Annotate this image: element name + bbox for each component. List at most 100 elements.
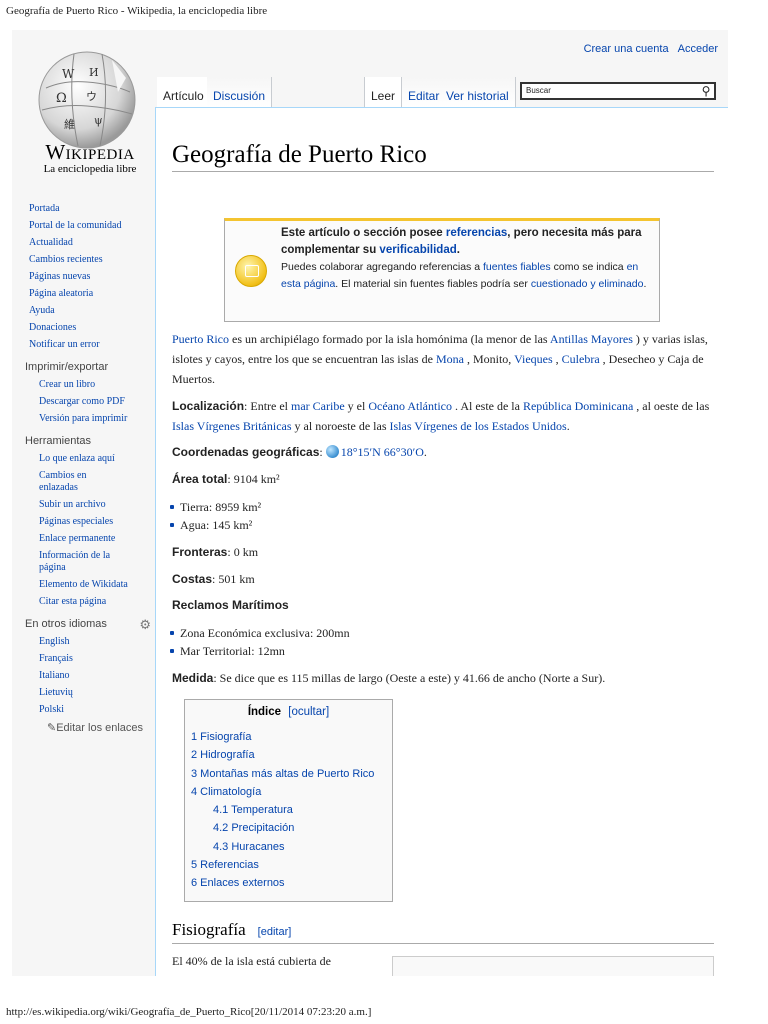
sidebar-item-cambios-enlazadas[interactable]: Cambios en enlazadas	[39, 470, 109, 494]
toc-heading: Índice	[247, 706, 282, 718]
sidebar-item-subir[interactable]: Subir un archivo	[39, 499, 159, 511]
coordenadas-label: Coordenadas geográficas	[172, 445, 320, 459]
sidebar-item-ayuda[interactable]: Ayuda	[29, 305, 159, 317]
link-cuestionado[interactable]: cuestionado y eliminado	[531, 278, 644, 290]
sidebar-item-portada[interactable]: Portada	[29, 203, 159, 215]
sidebar-item-cambios[interactable]: Cambios recientes	[29, 254, 159, 266]
create-account-link[interactable]: Crear una cuenta	[584, 43, 669, 55]
thumbnail-image[interactable]	[392, 956, 714, 976]
lang-lietuviu[interactable]: Lietuvių	[39, 687, 159, 699]
search-input[interactable]: Buscar ⚲	[520, 82, 716, 100]
sidebar-item-nuevas[interactable]: Páginas nuevas	[29, 271, 159, 283]
coords-sep: :	[319, 445, 326, 459]
link-oceano-atlantico[interactable]: Océano Atlántico	[368, 399, 452, 413]
sidebar-item-aleatoria[interactable]: Página aleatoria	[29, 288, 159, 300]
section-title: Fisiografía	[172, 920, 246, 939]
print-header: Geografía de Puerto Rico - Wikipedia, la…	[6, 5, 268, 17]
loc-t3: . Al este de la	[451, 399, 523, 413]
toc-item-huracanes[interactable]: 4.3 Huracanes	[191, 838, 374, 856]
portlet-print-heading[interactable]: Imprimir/exportar	[25, 361, 159, 373]
sidebar: Portada Portal de la comunidad Actualida…	[25, 203, 159, 734]
coordenadas-line: Coordenadas geográficas: 18°15′N 66°30′O…	[172, 442, 728, 462]
print-footer: http://es.wikipedia.org/wiki/Geografía_d…	[6, 1006, 372, 1018]
sidebar-item-crear-libro[interactable]: Crear un libro	[39, 379, 159, 391]
sidebar-item-descargar-pdf[interactable]: Descargar como PDF	[39, 396, 159, 408]
link-mar-caribe[interactable]: mar Caribe	[291, 399, 345, 413]
sidebar-item-notificar[interactable]: Notificar un error	[29, 339, 159, 351]
link-vieques[interactable]: Vieques	[514, 352, 553, 366]
localizacion-label: Localización	[172, 399, 245, 413]
intro-t1: es un archipiélago formado por la isla h…	[229, 332, 550, 346]
costas-line: Costas: 501 km	[172, 569, 728, 589]
notice-text-7: .	[643, 278, 647, 290]
toc-item-precipitacion[interactable]: 4.2 Precipitación	[191, 819, 374, 837]
link-culebra[interactable]: Culebra	[562, 352, 600, 366]
svg-text:И: И	[89, 66, 99, 79]
link-fuentes-fiables[interactable]: fuentes fiables	[483, 261, 551, 273]
login-link[interactable]: Acceder	[678, 43, 718, 55]
search-placeholder: Buscar	[526, 86, 551, 95]
loc-t4: , al oeste de las	[633, 399, 710, 413]
sidebar-item-portal[interactable]: Portal de la comunidad	[29, 220, 159, 232]
link-referencias[interactable]: referencias	[446, 227, 507, 239]
link-islas-virgenes-britanicas[interactable]: Islas Vírgenes Británicas	[172, 419, 292, 433]
toc-item-referencias[interactable]: 5 Referencias	[191, 856, 374, 874]
lang-english[interactable]: English	[39, 636, 159, 648]
portlet-lang-heading[interactable]: En otros idiomas ⚙	[25, 617, 159, 633]
sidebar-item-enlaza[interactable]: Lo que enlaza aquí	[39, 453, 159, 465]
edit-section-link[interactable]: [editar]	[258, 926, 292, 938]
list-item: Tierra: 8959 km²	[169, 500, 262, 514]
link-antillas-mayores[interactable]: Antillas Mayores	[550, 332, 633, 346]
tab-articulo[interactable]: Artículo	[157, 77, 211, 107]
sidebar-item-citar[interactable]: Citar esta página	[39, 596, 159, 608]
fisiografia-paragraph: El 40% de la isla está cubierta de monta…	[172, 954, 339, 976]
lang-francais[interactable]: Français	[39, 653, 159, 665]
page-title: Geografía de Puerto Rico	[172, 141, 714, 172]
sidebar-item-version-imprimir[interactable]: Versión para imprimir	[39, 413, 159, 425]
magnifier-icon[interactable]: ⚲	[698, 84, 714, 98]
table-of-contents: Índice [ocultar] 1 Fisiografía 2 Hidrogr…	[184, 699, 393, 902]
pencil-icon: ✎	[47, 722, 57, 734]
toc-title: Índice [ocultar]	[185, 706, 392, 718]
toc-item-enlaces[interactable]: 6 Enlaces externos	[191, 874, 374, 892]
toc-item-montanas[interactable]: 3 Montañas más altas de Puerto Rico	[191, 765, 374, 783]
lang-polski[interactable]: Polski	[39, 704, 159, 716]
reclamos-line: Reclamos Marítimos	[172, 595, 728, 615]
toc-item-hidrografia[interactable]: 2 Hidrografía	[191, 746, 374, 764]
toc-toggle[interactable]: [ocultar]	[288, 706, 329, 718]
sidebar-item-donaciones[interactable]: Donaciones	[29, 322, 159, 334]
edit-links-button[interactable]: ✎Editar los enlaces	[47, 721, 159, 734]
medida-value: : Se dice que es 115 millas de largo (Oe…	[213, 671, 606, 685]
notice-text-6: . El material sin fuentes fiables podría…	[335, 278, 531, 290]
intro-paragraph: Puerto Rico es un archipiélago formado p…	[172, 329, 728, 389]
sidebar-item-permanente[interactable]: Enlace permanente	[39, 533, 159, 545]
globe-icon[interactable]	[325, 445, 339, 458]
loc-t2: y el	[344, 399, 369, 413]
list-item: Agua: 145 km²	[169, 518, 253, 532]
costas-label: Costas	[172, 572, 213, 586]
link-puerto-rico[interactable]: Puerto Rico	[172, 332, 229, 346]
portlet-tools-heading[interactable]: Herramientas	[25, 435, 159, 447]
link-mona[interactable]: Mona	[436, 352, 464, 366]
toc-item-fisiografia[interactable]: 1 Fisiografía	[191, 728, 374, 746]
sidebar-item-informacion[interactable]: Información de la página	[39, 550, 129, 574]
link-verificabilidad[interactable]: verificabilidad	[379, 244, 456, 256]
area-label: Área total	[172, 472, 228, 486]
tab-historial[interactable]: Ver historial	[440, 77, 516, 107]
sidebar-item-especiales[interactable]: Páginas especiales	[39, 516, 159, 528]
gear-icon[interactable]: ⚙	[139, 617, 151, 633]
sidebar-item-actualidad[interactable]: Actualidad	[29, 237, 159, 249]
toc-item-temperatura[interactable]: 4.1 Temperatura	[191, 801, 374, 819]
link-coordenadas[interactable]: 18°15′N 66°30′O	[341, 445, 424, 459]
sidebar-item-wikidata[interactable]: Elemento de Wikidata	[39, 579, 159, 591]
edit-links-label: Editar los enlaces	[56, 722, 144, 734]
toc-item-climatologia[interactable]: 4 Climatología	[191, 783, 374, 801]
lang-italiano[interactable]: Italiano	[39, 670, 159, 682]
portlet-languages: English Français Italiano Lietuvių Polsk…	[29, 636, 159, 734]
notice-text-1: Este artículo o sección posee	[281, 227, 446, 239]
notice-text-4: Puedes colaborar agregando referencias a	[281, 261, 483, 273]
link-republica-dominicana[interactable]: República Dominicana	[523, 399, 633, 413]
tab-discusion[interactable]: Discusión	[207, 77, 273, 107]
tab-leer[interactable]: Leer	[364, 77, 403, 107]
link-islas-virgenes-eeuu[interactable]: Islas Vírgenes de los Estados Unidos	[390, 419, 567, 433]
